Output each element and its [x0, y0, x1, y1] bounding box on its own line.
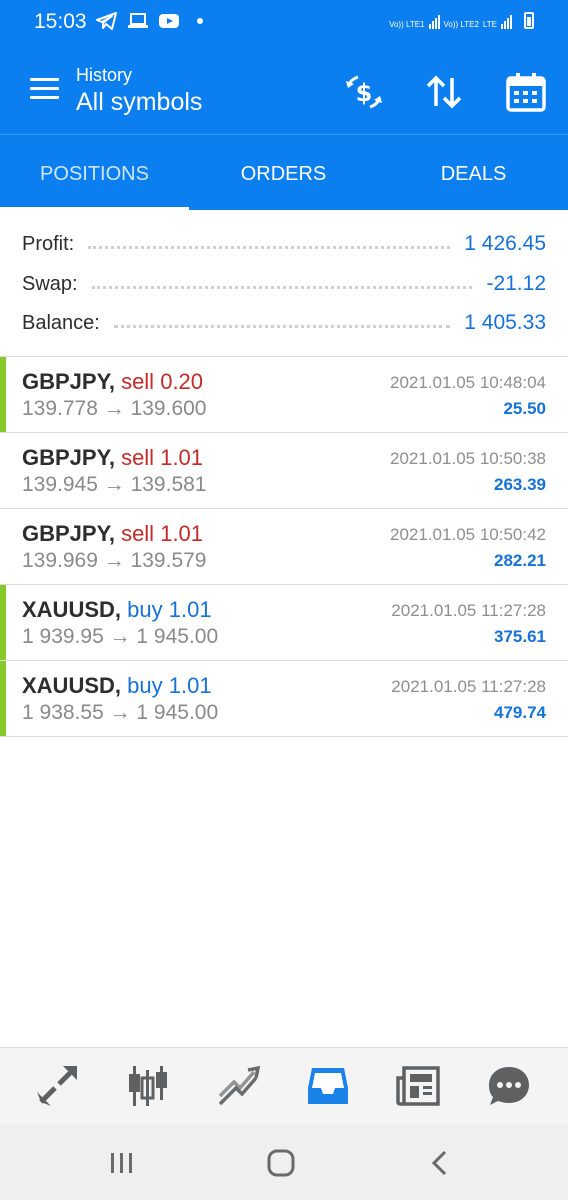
- deal-title: XAUUSD, buy 1.01: [22, 597, 212, 623]
- currency-exchange-icon[interactable]: $: [342, 70, 386, 114]
- tab-bar: POSITIONS ORDERS DEALS: [0, 134, 568, 210]
- deal-profit: 375.61: [494, 627, 546, 646]
- signal-bars-icon: [501, 13, 512, 29]
- deal-side: sell: [121, 521, 155, 546]
- sort-icon[interactable]: [422, 70, 466, 114]
- balance-row: Balance: 1 405.33: [22, 303, 546, 343]
- profit-value: 1 426.45: [464, 232, 546, 255]
- status-bar: 15:03 Vo)) LTE1 Vo)) LTE2 LTE: [0, 0, 568, 46]
- signal-bars-icon: [428, 13, 440, 29]
- deal-title: GBPJPY, sell 1.01: [22, 521, 203, 547]
- deal-side: buy: [127, 597, 163, 622]
- youtube-icon: [159, 14, 179, 28]
- deal-profit: 25.50: [503, 399, 546, 418]
- profit-label: Profit:: [22, 232, 75, 255]
- page-title: All symbols: [76, 88, 203, 116]
- deal-symbol: XAUUSD,: [22, 673, 122, 698]
- swap-row: Swap: -21.12: [22, 264, 546, 304]
- profit-row: Profit: 1 426.45: [22, 224, 546, 264]
- deal-prices: 139.969 → 139.579: [22, 549, 207, 572]
- deal-time: 2021.01.05 10:50:42: [390, 525, 546, 544]
- deal-time: 2021.01.05 11:27:28: [391, 601, 546, 620]
- news-icon[interactable]: [396, 1064, 440, 1108]
- deal-title: GBPJPY, sell 1.01: [22, 445, 203, 471]
- deal-volume: 1.01: [168, 597, 212, 622]
- app-bar: History All symbols $: [0, 46, 568, 134]
- quotes-icon[interactable]: [35, 1064, 79, 1108]
- swap-value: -21.12: [486, 272, 546, 295]
- swap-label: Swap:: [22, 272, 78, 295]
- telegram-icon: [96, 12, 117, 30]
- deal-prices: 1 938.55 → 1 945.00: [22, 701, 219, 724]
- list-item[interactable]: GBPJPY, sell 1.01 139.945 → 139.581 2021…: [0, 433, 568, 509]
- calendar-icon[interactable]: [504, 70, 548, 114]
- deal-side: sell: [121, 445, 155, 470]
- list-item[interactable]: GBPJPY, sell 0.20 139.778 → 139.600 2021…: [0, 357, 568, 433]
- chart-icon[interactable]: [126, 1064, 170, 1108]
- trade-icon[interactable]: [216, 1064, 261, 1108]
- deal-side: buy: [127, 673, 163, 698]
- summary-panel: Profit: 1 426.45 Swap: -21.12 Balance: 1…: [0, 212, 568, 357]
- system-navigation-bar: [0, 1124, 568, 1200]
- deal-prices: 1 939.95 → 1 945.00: [22, 625, 219, 648]
- menu-icon[interactable]: [30, 78, 59, 100]
- recent-apps-icon[interactable]: [105, 1146, 139, 1180]
- deal-prices: 139.945 → 139.581: [22, 473, 207, 496]
- svg-text:$: $: [356, 79, 373, 107]
- deal-title: GBPJPY, sell 0.20: [22, 369, 203, 395]
- list-item[interactable]: GBPJPY, sell 1.01 139.969 → 139.579 2021…: [0, 509, 568, 585]
- deal-symbol: XAUUSD,: [22, 597, 122, 622]
- deal-volume: 1.01: [160, 445, 204, 470]
- dotted-leader: [91, 285, 473, 289]
- deal-profit: 479.74: [494, 703, 546, 722]
- tab-positions[interactable]: POSITIONS: [0, 135, 189, 210]
- deal-time: 2021.01.05 10:50:38: [390, 449, 546, 468]
- laptop-icon: [128, 13, 148, 28]
- tab-deals[interactable]: DEALS: [379, 135, 568, 210]
- deal-profit: 282.21: [494, 551, 546, 570]
- deal-volume: 1.01: [168, 673, 212, 698]
- list-item[interactable]: XAUUSD, buy 1.01 1 938.55 → 1 945.00 202…: [0, 661, 568, 737]
- marker-bar: [0, 357, 6, 432]
- chat-icon[interactable]: [487, 1064, 531, 1108]
- active-tab-indicator: [0, 207, 189, 210]
- deal-time: 2021.01.05 11:27:28: [391, 677, 546, 696]
- tab-orders[interactable]: ORDERS: [189, 135, 378, 210]
- marker-bar: [0, 661, 6, 736]
- deal-profit: 263.39: [494, 475, 546, 494]
- clock: 15:03: [34, 10, 87, 33]
- deal-time: 2021.01.05 10:48:04: [390, 373, 546, 392]
- lte-label: LTE: [482, 20, 497, 29]
- deal-symbol: GBPJPY,: [22, 369, 115, 394]
- back-icon[interactable]: [424, 1146, 458, 1180]
- deal-volume: 0.20: [160, 369, 204, 394]
- battery-icon: [524, 12, 534, 29]
- signal-indicators: Vo)) LTE1 Vo)) LTE2 LTE: [389, 12, 534, 29]
- balance-label: Balance:: [22, 311, 100, 334]
- notification-dot: [197, 18, 203, 24]
- sim2-label: Vo)) LTE2: [443, 20, 479, 29]
- deal-prices: 139.778 → 139.600: [22, 397, 207, 420]
- marker-bar: [0, 585, 6, 660]
- dotted-leader: [113, 324, 451, 328]
- list-item[interactable]: XAUUSD, buy 1.01 1 939.95 → 1 945.00 202…: [0, 585, 568, 661]
- deal-symbol: GBPJPY,: [22, 521, 115, 546]
- history-icon[interactable]: [306, 1064, 350, 1108]
- deal-title: XAUUSD, buy 1.01: [22, 673, 212, 699]
- deal-side: sell: [121, 369, 155, 394]
- bottom-navigation: [0, 1047, 568, 1124]
- title-block[interactable]: History All symbols: [76, 64, 202, 118]
- deal-symbol: GBPJPY,: [22, 445, 115, 470]
- notification-icons: [96, 12, 203, 30]
- sim1-label: Vo)) LTE1: [389, 20, 425, 29]
- home-icon[interactable]: [264, 1146, 298, 1180]
- balance-value: 1 405.33: [464, 311, 546, 334]
- dotted-leader: [88, 245, 451, 249]
- page-subtitle: History: [76, 65, 133, 85]
- deal-volume: 1.01: [160, 521, 204, 546]
